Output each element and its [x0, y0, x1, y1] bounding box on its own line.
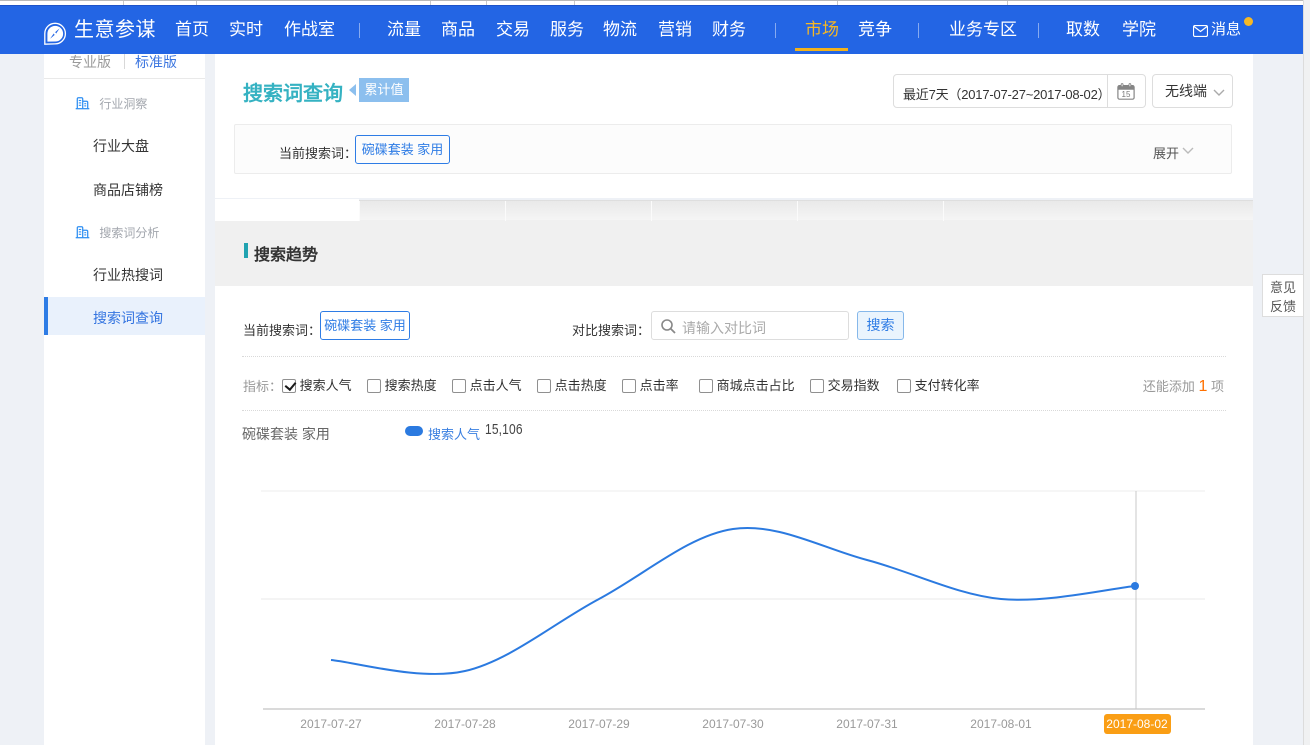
svg-text:2017-07-31: 2017-07-31 [836, 717, 898, 731]
svg-text:2017-07-29: 2017-07-29 [568, 717, 630, 731]
svg-text:2017-08-02: 2017-08-02 [1106, 717, 1168, 731]
svg-text:15: 15 [1122, 90, 1131, 99]
svg-text:2017-08-01: 2017-08-01 [970, 717, 1032, 731]
svg-text:2017-07-28: 2017-07-28 [434, 717, 496, 731]
svg-text:2017-07-30: 2017-07-30 [702, 717, 764, 731]
svg-text:2017-07-27: 2017-07-27 [300, 717, 362, 731]
